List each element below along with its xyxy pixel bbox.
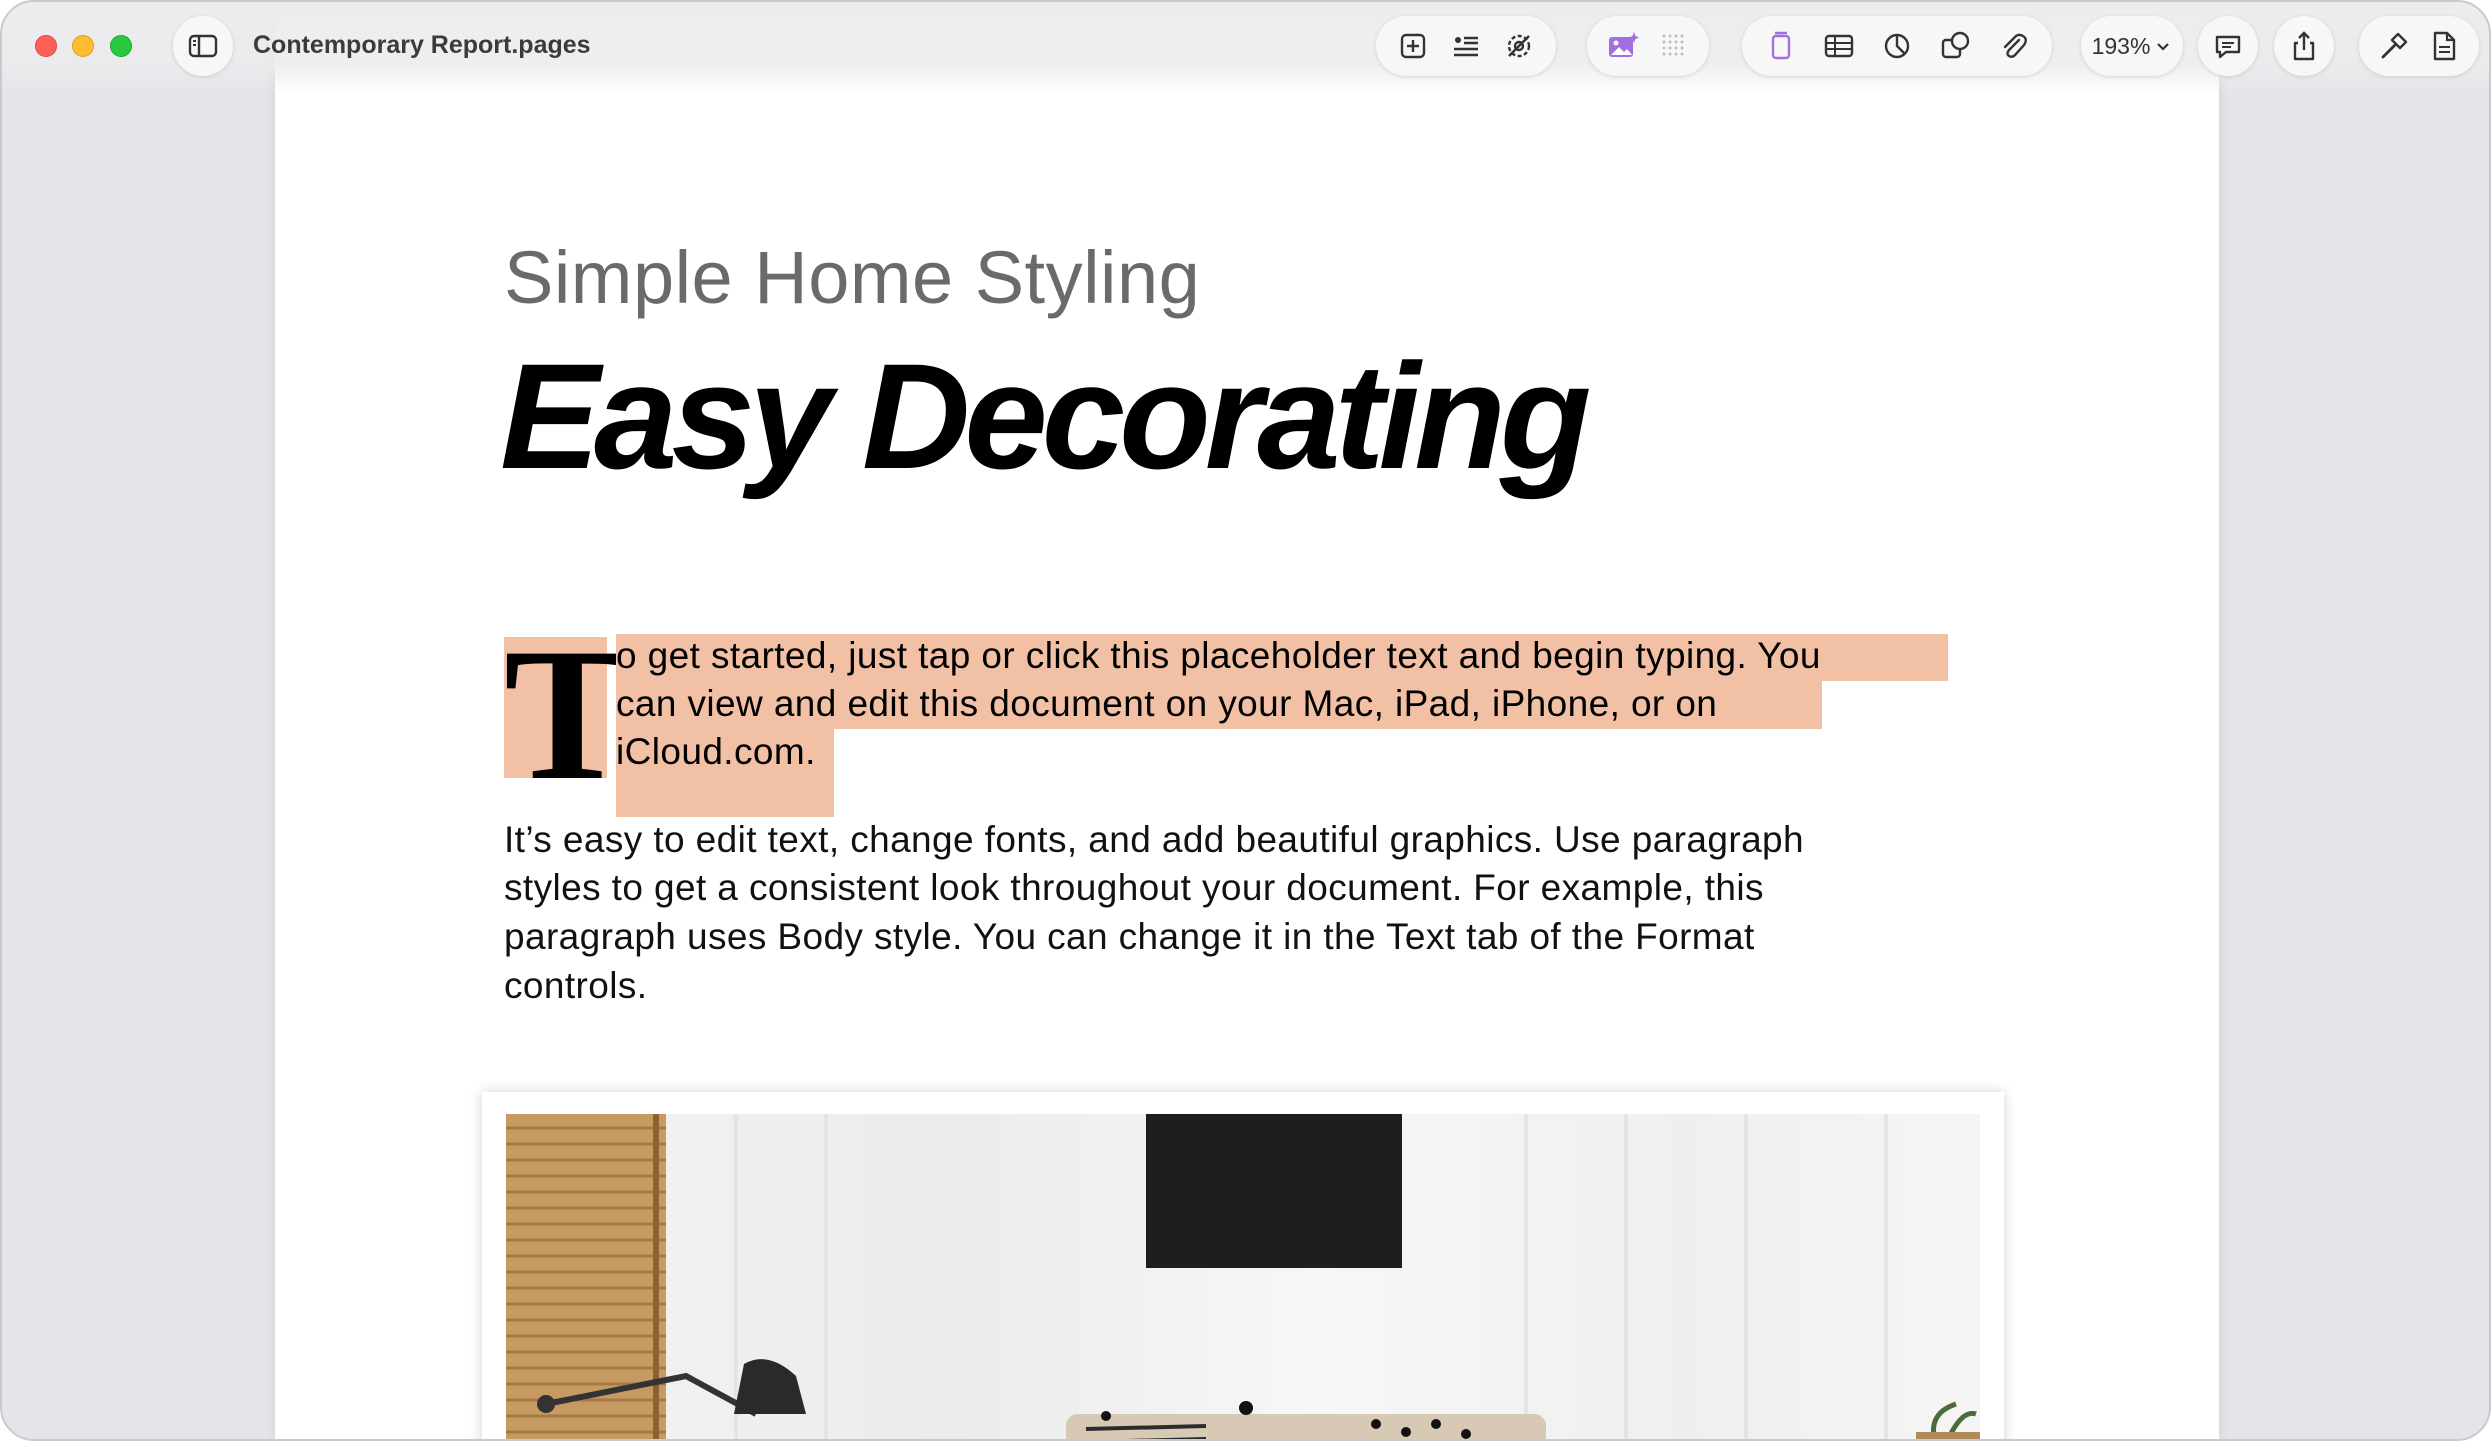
document-icon[interactable] xyxy=(2426,28,2462,64)
settings-icon[interactable] xyxy=(1501,28,1537,64)
attachment-icon[interactable] xyxy=(1995,28,2031,64)
selected-text-line[interactable]: iCloud.com. xyxy=(616,728,816,776)
chevron-down-icon xyxy=(2154,37,2172,55)
body-text-line[interactable]: controls. xyxy=(504,962,647,1010)
chart-icon[interactable] xyxy=(1879,28,1915,64)
selected-text-line[interactable]: can view and edit this document on your … xyxy=(616,680,1717,728)
close-button[interactable] xyxy=(35,35,57,57)
text-box-icon[interactable] xyxy=(1763,28,1799,64)
zoom-button[interactable] xyxy=(110,35,132,57)
document-title: Contemporary Report.pages xyxy=(253,31,591,59)
text-styles-icon[interactable] xyxy=(1448,28,1484,64)
toolbar-group-media xyxy=(1587,16,1709,76)
room-photo[interactable] xyxy=(506,1114,1980,1439)
toolbar-group-objects xyxy=(1742,16,2052,76)
shape-icon[interactable] xyxy=(1937,28,1973,64)
app-window: Simple Home Styling Easy Decorating T o … xyxy=(0,0,2491,1441)
add-page-icon[interactable] xyxy=(1395,28,1431,64)
sidebar-toggle-button[interactable] xyxy=(173,16,233,76)
grid-icon[interactable] xyxy=(1656,28,1692,64)
room-photo-illustration xyxy=(506,1114,1980,1439)
share-icon xyxy=(2286,28,2322,64)
toolbar-group-inspector xyxy=(2359,16,2479,76)
body-text-line[interactable]: paragraph uses Body style. You can chang… xyxy=(504,913,1755,961)
document-subtitle[interactable]: Simple Home Styling xyxy=(504,235,1200,320)
sidebar-icon xyxy=(185,28,221,64)
share-button[interactable] xyxy=(2274,16,2334,76)
drop-cap[interactable]: T xyxy=(504,620,631,810)
minimize-button[interactable] xyxy=(72,35,94,57)
document-headline[interactable]: Easy Decorating xyxy=(500,330,1591,503)
toolbar-group-insert xyxy=(1376,16,1556,76)
body-text-line[interactable]: styles to get a consistent look througho… xyxy=(504,864,1764,912)
selected-text-line[interactable]: o get started, just tap or click this pl… xyxy=(616,632,1821,680)
comment-icon xyxy=(2210,28,2246,64)
zoom-menu[interactable]: 193% xyxy=(2081,16,2183,76)
comment-button[interactable] xyxy=(2198,16,2258,76)
image-playground-icon[interactable] xyxy=(1605,28,1641,64)
table-icon[interactable] xyxy=(1821,28,1857,64)
body-text-line[interactable]: It’s easy to edit text, change fonts, an… xyxy=(504,816,1804,864)
zoom-value: 193% xyxy=(2091,32,2151,59)
format-icon[interactable] xyxy=(2376,28,2412,64)
